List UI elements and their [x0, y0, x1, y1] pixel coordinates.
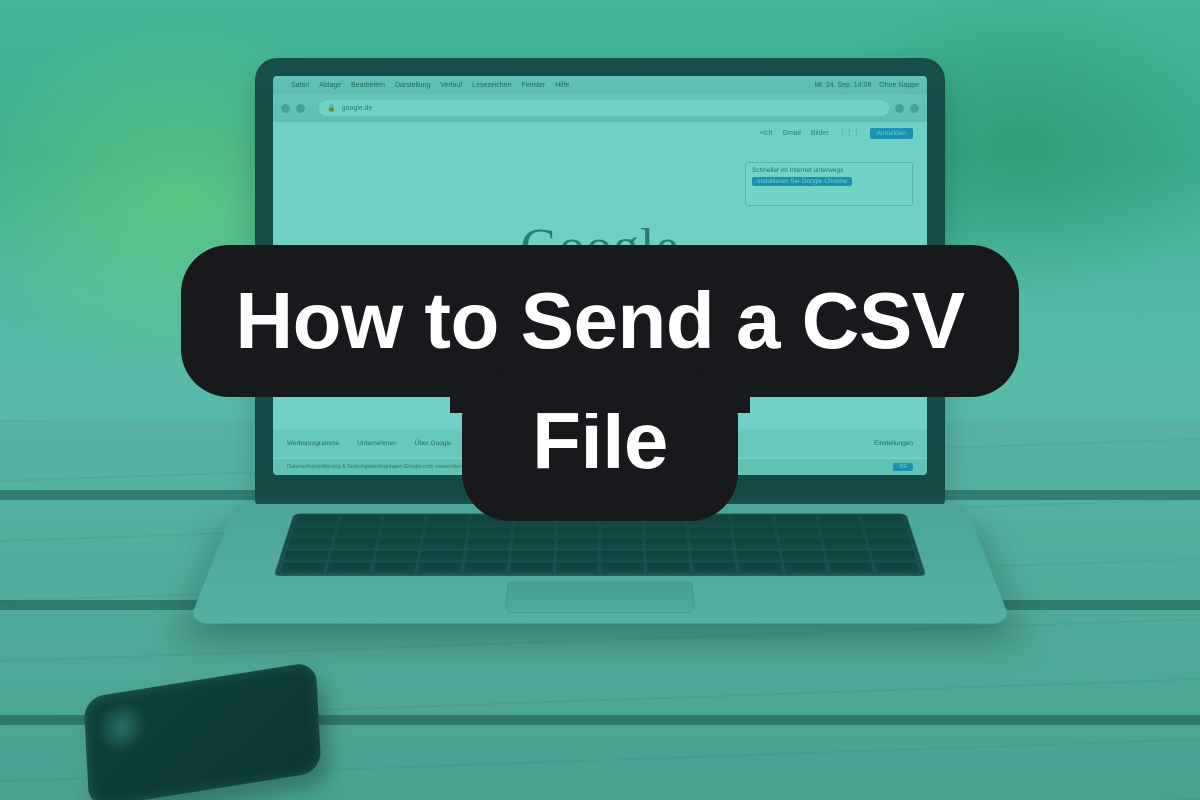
title-connector [450, 373, 750, 413]
hero-image: Safari Ablage Bearbeiten Darstellung Ver… [0, 0, 1200, 800]
title-overlay: How to Send a CSV File [0, 245, 1200, 521]
